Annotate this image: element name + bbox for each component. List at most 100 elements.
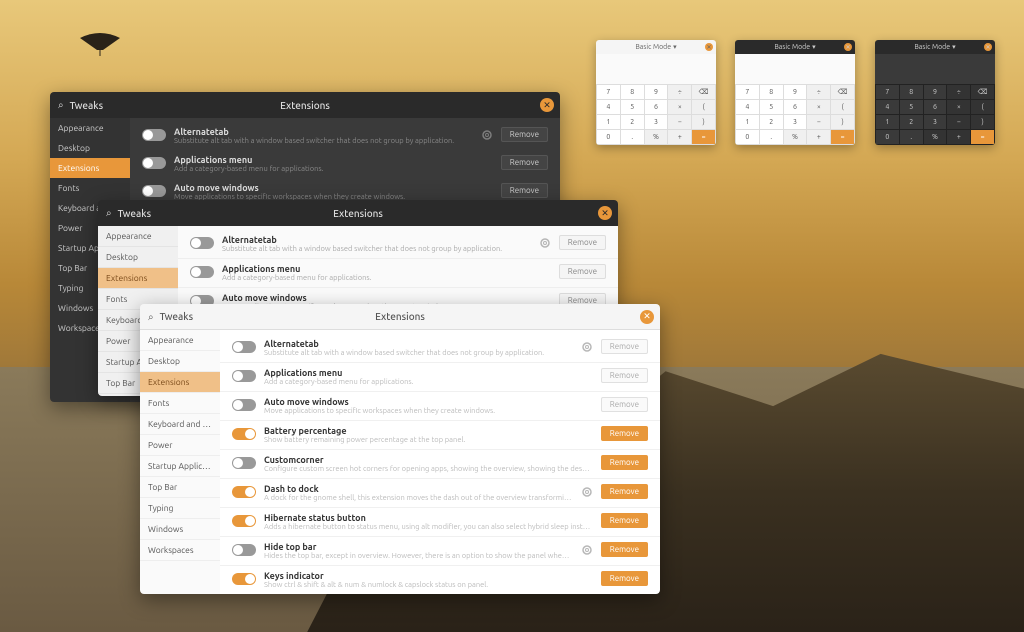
sidebar-item-desktop[interactable]: Desktop xyxy=(50,138,130,158)
sidebar-item-workspaces[interactable]: Workspaces xyxy=(140,540,220,561)
close-icon[interactable]: ✕ xyxy=(844,43,852,51)
calc-key-)[interactable]: ) xyxy=(831,115,854,129)
sidebar-item-desktop[interactable]: Desktop xyxy=(98,247,178,268)
calc-key-)[interactable]: ) xyxy=(692,115,715,129)
calc-key-4[interactable]: 4 xyxy=(736,100,759,114)
remove-button[interactable]: Remove xyxy=(501,127,548,142)
sidebar-item-desktop[interactable]: Desktop xyxy=(140,351,220,372)
calc-display[interactable] xyxy=(735,54,855,84)
toggle-switch[interactable] xyxy=(232,515,256,527)
calc-key-⌫[interactable]: ⌫ xyxy=(692,85,715,99)
calc-key-7[interactable]: 7 xyxy=(736,85,759,99)
calc-key-)[interactable]: ) xyxy=(971,115,994,129)
calc-key-4[interactable]: 4 xyxy=(876,100,899,114)
calc-key-+[interactable]: + xyxy=(947,130,970,144)
calc-mode-label[interactable]: Basic Mode xyxy=(774,43,810,51)
calc-key-=[interactable]: = xyxy=(971,130,994,144)
remove-button[interactable]: Remove xyxy=(601,513,648,528)
calc-key-3[interactable]: 3 xyxy=(645,115,668,129)
remove-button[interactable]: Remove xyxy=(601,455,648,470)
remove-button[interactable]: Remove xyxy=(559,235,606,250)
toggle-switch[interactable] xyxy=(232,486,256,498)
calc-key-2[interactable]: 2 xyxy=(621,115,644,129)
calc-key-3[interactable]: 3 xyxy=(784,115,807,129)
toggle-switch[interactable] xyxy=(232,399,256,411)
toggle-switch[interactable] xyxy=(232,370,256,382)
calc-key-4[interactable]: 4 xyxy=(597,100,620,114)
calc-key-9[interactable]: 9 xyxy=(645,85,668,99)
sidebar-item-keyboard-and-mouse[interactable]: Keyboard and Mouse xyxy=(140,414,220,435)
calc-key-%[interactable]: % xyxy=(645,130,668,144)
calc-key-1[interactable]: 1 xyxy=(876,115,899,129)
calc-mode-label[interactable]: Basic Mode xyxy=(635,43,671,51)
gear-icon[interactable] xyxy=(581,544,593,556)
calc-key-=[interactable]: = xyxy=(831,130,854,144)
calc-key-−[interactable]: − xyxy=(668,115,691,129)
sidebar-item-appearance[interactable]: Appearance xyxy=(50,118,130,138)
close-icon[interactable]: ✕ xyxy=(598,206,612,220)
toggle-switch[interactable] xyxy=(190,237,214,249)
remove-button[interactable]: Remove xyxy=(501,155,548,170)
calc-key-−[interactable]: − xyxy=(947,115,970,129)
calc-key-2[interactable]: 2 xyxy=(760,115,783,129)
toggle-switch[interactable] xyxy=(142,185,166,197)
toggle-switch[interactable] xyxy=(232,428,256,440)
calc-key-⌫[interactable]: ⌫ xyxy=(971,85,994,99)
remove-button[interactable]: Remove xyxy=(601,368,648,383)
calc-key-+[interactable]: + xyxy=(668,130,691,144)
calc-mode-label[interactable]: Basic Mode xyxy=(914,43,950,51)
gear-icon[interactable] xyxy=(581,341,593,353)
sidebar-item-extensions[interactable]: Extensions xyxy=(140,372,220,393)
remove-button[interactable]: Remove xyxy=(601,397,648,412)
gear-icon[interactable] xyxy=(539,237,551,249)
sidebar-item-fonts[interactable]: Fonts xyxy=(140,393,220,414)
sidebar-item-fonts[interactable]: Fonts xyxy=(50,178,130,198)
calc-display[interactable] xyxy=(596,54,716,84)
calc-key-([interactable]: ( xyxy=(692,100,715,114)
calc-key-×[interactable]: × xyxy=(807,100,830,114)
calc-key-.[interactable]: . xyxy=(621,130,644,144)
toggle-switch[interactable] xyxy=(142,129,166,141)
toggle-switch[interactable] xyxy=(232,457,256,469)
close-icon[interactable]: ✕ xyxy=(984,43,992,51)
gear-icon[interactable] xyxy=(481,129,493,141)
sidebar-item-windows[interactable]: Windows xyxy=(140,519,220,540)
calc-key-6[interactable]: 6 xyxy=(784,100,807,114)
sidebar-item-appearance[interactable]: Appearance xyxy=(140,330,220,351)
calc-key-×[interactable]: × xyxy=(668,100,691,114)
calc-key-%[interactable]: % xyxy=(784,130,807,144)
toggle-switch[interactable] xyxy=(232,544,256,556)
sidebar-item-startup-applications[interactable]: Startup Applications xyxy=(140,456,220,477)
calc-key-8[interactable]: 8 xyxy=(621,85,644,99)
gear-icon[interactable] xyxy=(581,486,593,498)
calc-key-9[interactable]: 9 xyxy=(784,85,807,99)
remove-button[interactable]: Remove xyxy=(601,542,648,557)
search-icon[interactable]: ⌕ xyxy=(106,207,112,219)
calc-key-([interactable]: ( xyxy=(831,100,854,114)
calc-key-3[interactable]: 3 xyxy=(924,115,947,129)
calc-key-8[interactable]: 8 xyxy=(760,85,783,99)
search-icon[interactable]: ⌕ xyxy=(58,99,64,111)
calc-key-6[interactable]: 6 xyxy=(645,100,668,114)
close-icon[interactable]: ✕ xyxy=(640,310,654,324)
calc-key-5[interactable]: 5 xyxy=(760,100,783,114)
calc-key-=[interactable]: = xyxy=(692,130,715,144)
toggle-switch[interactable] xyxy=(232,573,256,585)
calc-key-0[interactable]: 0 xyxy=(876,130,899,144)
calc-key-.[interactable]: . xyxy=(900,130,923,144)
search-icon[interactable]: ⌕ xyxy=(148,311,154,323)
calc-key-×[interactable]: × xyxy=(947,100,970,114)
sidebar-item-appearance[interactable]: Appearance xyxy=(98,226,178,247)
close-icon[interactable]: ✕ xyxy=(705,43,713,51)
remove-button[interactable]: Remove xyxy=(601,426,648,441)
calc-key-.[interactable]: . xyxy=(760,130,783,144)
calc-key-2[interactable]: 2 xyxy=(900,115,923,129)
remove-button[interactable]: Remove xyxy=(501,183,548,198)
calc-display[interactable] xyxy=(875,54,995,84)
calc-key-%[interactable]: % xyxy=(924,130,947,144)
calc-key-0[interactable]: 0 xyxy=(597,130,620,144)
sidebar-item-power[interactable]: Power xyxy=(140,435,220,456)
calc-key-([interactable]: ( xyxy=(971,100,994,114)
calc-key-1[interactable]: 1 xyxy=(597,115,620,129)
calc-key-5[interactable]: 5 xyxy=(621,100,644,114)
